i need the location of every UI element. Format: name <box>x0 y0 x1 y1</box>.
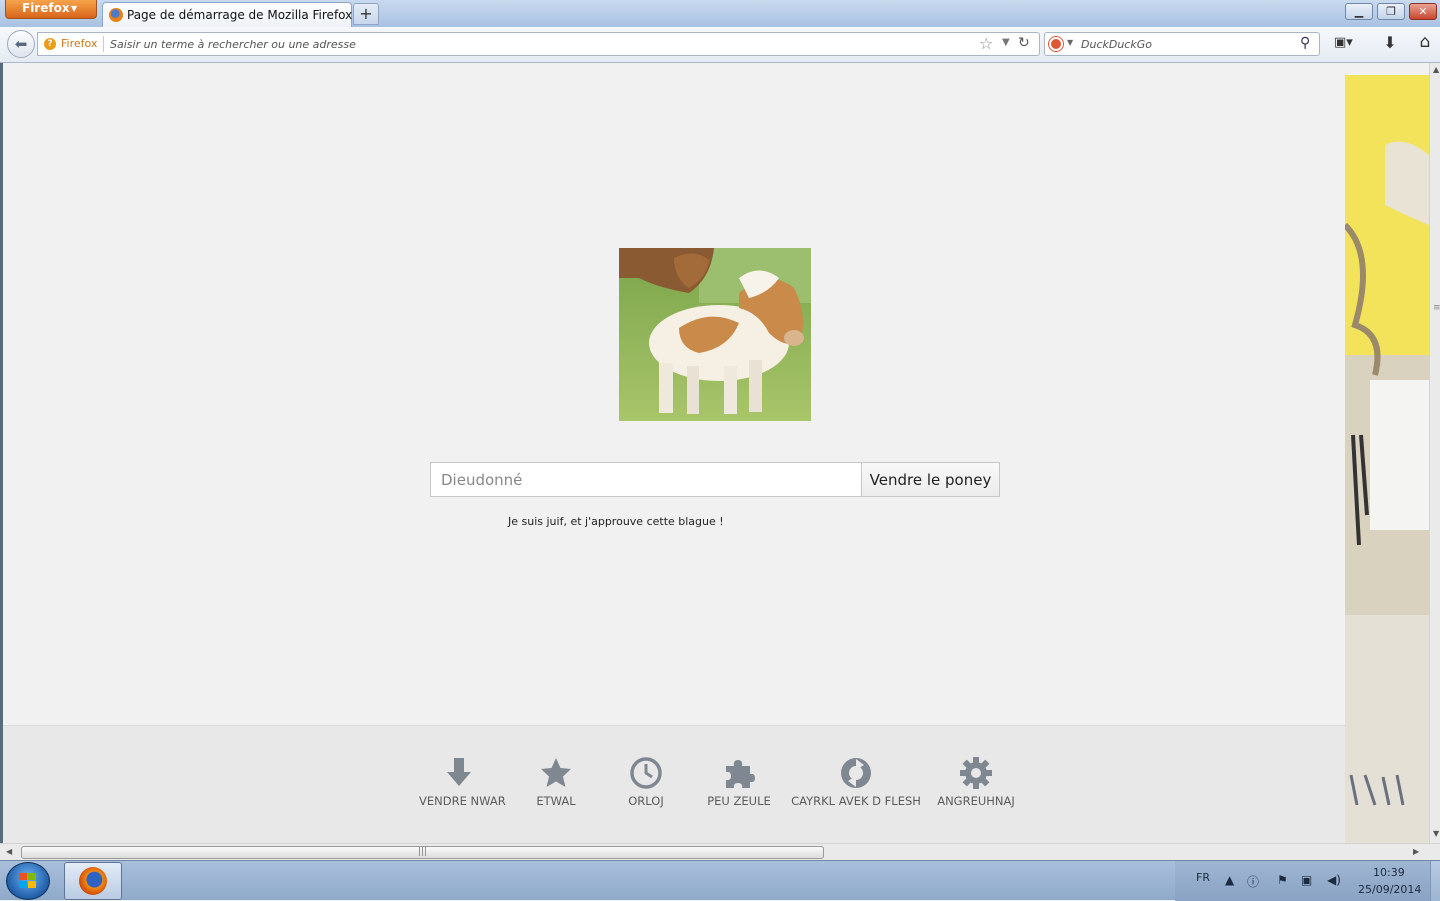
url-history-dropdown-icon[interactable]: ▼ <box>1002 37 1010 48</box>
launcher-label: PEU ZEULE <box>707 794 771 808</box>
launcher-bookmarks[interactable]: ETWAL <box>529 756 583 808</box>
home-icon: ⌂ <box>1419 32 1431 52</box>
launcher-label: VENDRE NWAR <box>419 794 506 808</box>
bookmarks-icon: ▣▾ <box>1334 35 1353 50</box>
reload-icon[interactable]: ↻ <box>1018 35 1030 51</box>
sync-icon <box>841 758 871 788</box>
launcher-label: ETWAL <box>536 794 576 808</box>
download-arrow-icon: ⬇ <box>1383 33 1397 52</box>
navigation-toolbar: ⬅ ? Firefox ☆ ▼ ↻ ▼ ⚲ ▣▾ ⬇ ⌂ <box>0 27 1440 63</box>
clock-icon <box>630 757 662 789</box>
volume-icon[interactable]: ◀) <box>1327 873 1341 887</box>
download-icon <box>447 758 471 786</box>
firefox-icon <box>79 867 107 895</box>
tab-start-page[interactable]: Page de démarrage de Mozilla Firefox <box>102 2 352 27</box>
search-engine-dropdown-icon[interactable]: ▼ <box>1067 38 1073 47</box>
web-search-input[interactable] <box>1079 34 1289 54</box>
start-button[interactable] <box>6 862 50 900</box>
home-search-button[interactable]: Vendre le poney <box>861 462 1000 497</box>
windows-logo-icon <box>19 873 37 890</box>
launcher-label: CAYRKL AVEK D FLESH <box>791 794 921 808</box>
taskbar-firefox-button[interactable] <box>64 862 122 900</box>
new-tab-button[interactable]: + <box>353 3 379 25</box>
downloads-button[interactable]: ⬇ <box>1380 33 1400 55</box>
launcher-bar: VENDRE NWAR ETWAL ORLOJ PEU ZEULE CAYRKL… <box>3 725 1345 843</box>
scroll-thumb[interactable]: ||| <box>21 846 824 859</box>
launcher-downloads[interactable]: VENDRE NWAR <box>419 756 506 808</box>
vertical-scrollbar[interactable]: ▲ ≡ ▼ <box>1429 63 1440 843</box>
launcher-label: ANGREUHNAJ <box>937 794 1015 808</box>
bookmark-star-icon[interactable]: ☆ <box>979 34 993 53</box>
close-window-button[interactable]: ✕ <box>1409 3 1437 20</box>
bookmarks-menu-button[interactable]: ▣▾ <box>1334 35 1364 55</box>
chevron-down-icon: ▼ <box>71 4 78 13</box>
scroll-grip-icon: ||| <box>418 847 428 857</box>
firefox-favicon-icon <box>109 8 123 22</box>
action-center-flag-icon[interactable]: ⚑ <box>1277 873 1288 887</box>
snippet-text: Je suis juif, et j'approuve cette blague… <box>508 515 724 528</box>
gear-icon <box>960 757 992 789</box>
launcher-sync[interactable]: CAYRKL AVEK D FLESH <box>791 756 921 808</box>
pony-photo <box>619 248 811 421</box>
search-magnifier-icon[interactable]: ⚲ <box>1300 35 1310 51</box>
network-icon[interactable]: ▣ <box>1301 873 1312 887</box>
url-input[interactable] <box>108 34 968 54</box>
scroll-down-icon[interactable]: ▼ <box>1433 829 1439 838</box>
scroll-left-icon[interactable]: ◀ <box>6 847 12 856</box>
scroll-grip-icon[interactable]: ≡ <box>1433 303 1440 313</box>
show-desktop-button[interactable] <box>1430 861 1440 901</box>
info-icon[interactable]: ⓘ <box>1247 873 1259 890</box>
puzzle-icon <box>726 760 755 788</box>
tab-title: Page de démarrage de Mozilla Firefox <box>127 8 353 22</box>
side-background-image <box>1345 75 1429 843</box>
url-bar[interactable]: ? Firefox ☆ ▼ ↻ <box>37 32 1040 56</box>
clock-date[interactable]: 25/09/2014 <box>1358 883 1421 896</box>
horizontal-scrollbar[interactable]: ◀ ||| ▶ <box>0 843 1440 860</box>
launcher-history[interactable]: ORLOJ <box>620 756 672 808</box>
launcher-addons[interactable]: PEU ZEULE <box>706 756 772 808</box>
clock-time[interactable]: 10:39 <box>1373 866 1405 879</box>
back-arrow-icon: ⬅ <box>14 35 28 53</box>
star-icon <box>541 758 571 787</box>
show-hidden-icons-icon[interactable]: ▲ <box>1225 873 1234 887</box>
launcher-label: ORLOJ <box>628 794 664 808</box>
windows-taskbar: FR ▲ ⓘ ⚑ ▣ ◀) 10:39 25/09/2014 <box>0 860 1440 901</box>
back-button[interactable]: ⬅ <box>7 30 35 58</box>
identity-label[interactable]: Firefox <box>61 37 97 50</box>
scroll-right-icon[interactable]: ▶ <box>1413 847 1419 856</box>
identity-info-icon[interactable]: ? <box>44 38 56 50</box>
home-button[interactable]: ⌂ <box>1414 32 1436 54</box>
search-bar[interactable]: ▼ ⚲ <box>1044 32 1320 56</box>
home-search-form: Vendre le poney <box>430 462 1000 497</box>
minimize-button[interactable]: ▁ <box>1345 3 1373 20</box>
url-separator <box>103 36 104 52</box>
home-search-input[interactable] <box>430 462 862 497</box>
firefox-app-menu-button[interactable]: Firefox ▼ <box>5 0 97 19</box>
system-tray: FR ▲ ⓘ ⚑ ▣ ◀) 10:39 25/09/2014 <box>1175 861 1440 901</box>
page-content: Vendre le poney Je suis juif, et j'appro… <box>0 63 1440 843</box>
app-menu-label: Firefox <box>22 1 70 15</box>
scroll-up-icon[interactable]: ▲ <box>1433 65 1439 74</box>
launcher-settings[interactable]: ANGREUHNAJ <box>934 756 1018 808</box>
duckduckgo-icon[interactable] <box>1049 37 1063 51</box>
maximize-button[interactable]: ❐ <box>1377 3 1405 20</box>
title-bar: Firefox ▼ Page de démarrage de Mozilla F… <box>0 0 1440 27</box>
language-indicator[interactable]: FR <box>1196 871 1210 884</box>
